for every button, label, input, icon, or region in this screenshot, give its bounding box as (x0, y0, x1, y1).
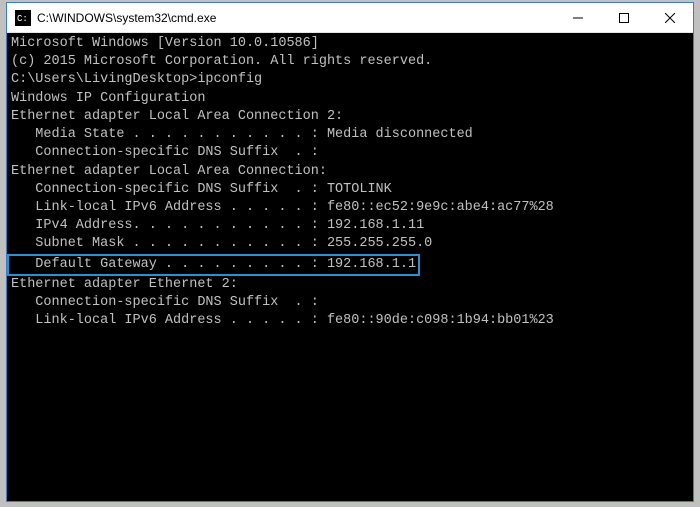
output-line: Ethernet adapter Ethernet 2: (11, 276, 689, 294)
cmd-icon: C: (15, 10, 31, 26)
output-line: Ethernet adapter Local Area Connection: (11, 163, 689, 181)
output-line: Connection-specific DNS Suffix . : TOTOL… (11, 181, 689, 199)
output-line: Ethernet adapter Local Area Connection 2… (11, 108, 689, 126)
output-line: Connection-specific DNS Suffix . : (11, 144, 689, 162)
maximize-button[interactable] (601, 3, 647, 32)
titlebar[interactable]: C: C:\WINDOWS\system32\cmd.exe (7, 3, 693, 33)
output-line: Link-local IPv6 Address . . . . . : fe80… (11, 199, 689, 217)
output-line: Microsoft Windows [Version 10.0.10586] (11, 35, 689, 53)
terminal-output[interactable]: Microsoft Windows [Version 10.0.10586](c… (7, 33, 693, 501)
output-line: IPv4 Address. . . . . . . . . . . : 192.… (11, 217, 689, 235)
output-line: Connection-specific DNS Suffix . : (11, 294, 689, 312)
minimize-button[interactable] (555, 3, 601, 32)
output-line: Subnet Mask . . . . . . . . . . . : 255.… (11, 235, 689, 253)
output-line: Media State . . . . . . . . . . . : Medi… (11, 126, 689, 144)
close-button[interactable] (647, 3, 693, 32)
output-line: Link-local IPv6 Address . . . . . : fe80… (11, 312, 689, 330)
svg-text:C:: C: (17, 14, 28, 24)
default-gateway-line: Default Gateway . . . . . . . . . : 192.… (11, 254, 689, 276)
output-line: (c) 2015 Microsoft Corporation. All righ… (11, 53, 689, 71)
prompt-line: C:\Users\LivingDesktop>ipconfig (11, 71, 689, 89)
window-title: C:\WINDOWS\system32\cmd.exe (37, 11, 555, 25)
default-gateway-highlight: Default Gateway . . . . . . . . . : 192.… (7, 254, 420, 276)
window-controls (555, 3, 693, 32)
cmd-window: C: C:\WINDOWS\system32\cmd.exe Microsoft… (6, 2, 694, 502)
output-line: Windows IP Configuration (11, 90, 689, 108)
